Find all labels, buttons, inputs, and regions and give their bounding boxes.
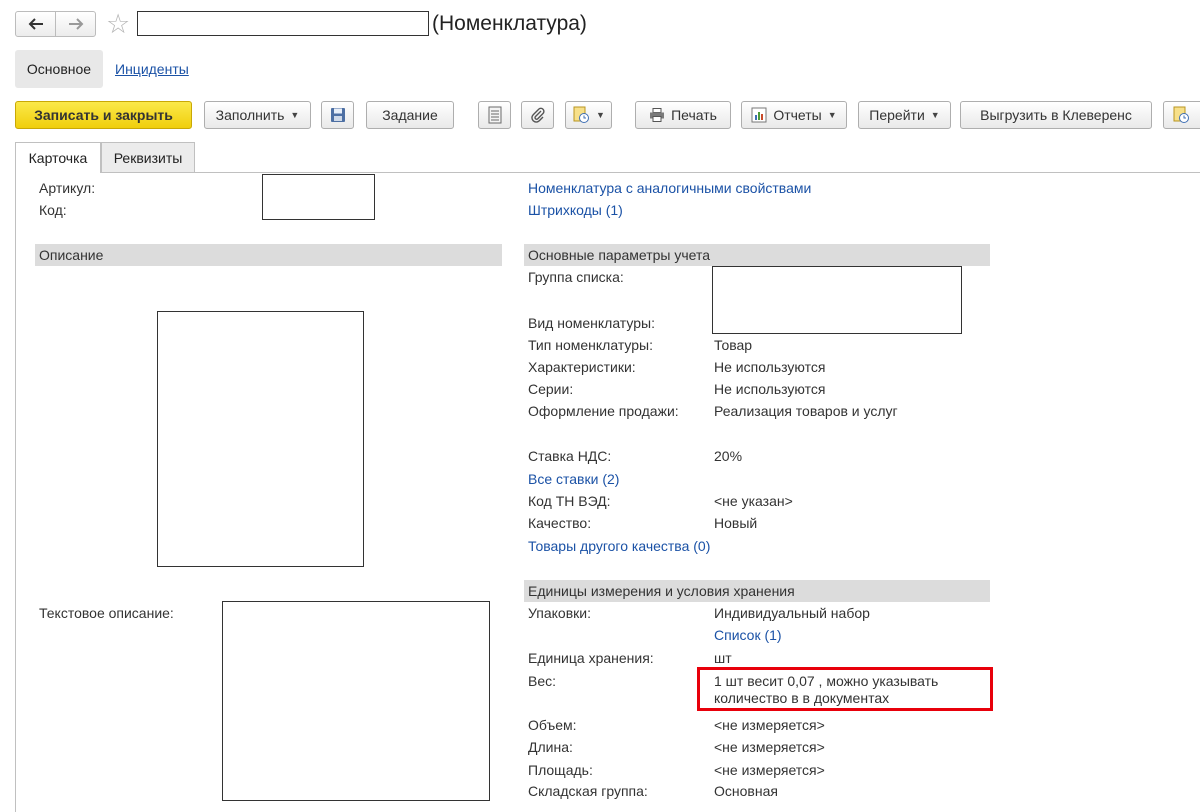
warehouse-label: Складская группа: — [528, 783, 648, 799]
area-label: Площадь: — [528, 762, 593, 778]
more-button[interactable] — [1163, 101, 1200, 129]
document-list-icon — [488, 106, 501, 124]
window-title: (Номенклатура) — [432, 12, 587, 35]
section-incidents-link[interactable]: Инциденты — [115, 61, 189, 77]
weight-highlight-frame — [697, 667, 993, 711]
sale-value[interactable]: Реализация товаров и услуг — [714, 403, 898, 419]
type-label: Тип номенклатуры: — [528, 337, 653, 353]
goto-button[interactable]: Перейти ▼ — [858, 101, 951, 129]
volume-label: Объем: — [528, 717, 577, 733]
sale-label: Оформление продажи: — [528, 403, 679, 419]
print-label: Печать — [671, 107, 717, 123]
storage-unit-value[interactable]: шт — [714, 650, 732, 666]
characteristics-label: Характеристики: — [528, 359, 636, 375]
accounting-header: Основные параметры учета — [524, 244, 990, 266]
chevron-down-icon: ▼ — [930, 110, 940, 120]
type-value[interactable]: Товар — [714, 337, 752, 353]
print-button[interactable]: Печать — [635, 101, 731, 129]
all-rates-link[interactable]: Все ставки (2) — [528, 471, 619, 487]
series-value[interactable]: Не используются — [714, 381, 825, 397]
text-description-label: Текстовое описание: — [39, 605, 174, 621]
weight-label: Вес: — [528, 673, 557, 689]
barcodes-link[interactable]: Штрихкоды (1) — [528, 202, 623, 218]
export-cleverence-button[interactable]: Выгрузить в Клеверенс — [960, 101, 1152, 129]
list-group-label: Группа списка: — [528, 269, 624, 285]
product-image[interactable] — [157, 311, 364, 567]
text-description-field[interactable] — [222, 601, 490, 801]
export-label: Выгрузить в Клеверенс — [980, 107, 1132, 123]
length-value[interactable]: <не измеряется> — [714, 739, 825, 755]
list-group-redacted-field — [712, 266, 962, 334]
length-label: Длина: — [528, 739, 573, 755]
analogs-link[interactable]: Номенклатура с аналогичными свойствами — [528, 180, 811, 196]
goto-label: Перейти — [869, 107, 925, 123]
forward-button[interactable] — [55, 11, 96, 37]
packs-label: Упаковки: — [528, 605, 591, 621]
chevron-down-icon: ▼ — [596, 110, 605, 120]
tnved-value[interactable]: <не указан> — [714, 493, 793, 509]
area-value[interactable]: <не измеряется> — [714, 762, 825, 778]
save-button[interactable] — [321, 101, 354, 129]
kind-label: Вид номенклатуры: — [528, 315, 655, 331]
volume-value[interactable]: <не измеряется> — [714, 717, 825, 733]
article-code-redacted-field — [262, 174, 375, 220]
tnved-label: Код ТН ВЭД: — [528, 493, 611, 509]
code-label: Код: — [39, 202, 67, 218]
report-chart-icon — [751, 107, 767, 123]
storage-unit-label: Единица хранения: — [528, 650, 654, 666]
save-close-label: Записать и закрыть — [34, 107, 173, 123]
arrow-right-icon — [68, 18, 83, 30]
packs-list-link[interactable]: Список (1) — [714, 627, 782, 643]
series-label: Серии: — [528, 381, 574, 397]
save-close-button[interactable]: Записать и закрыть — [15, 101, 192, 129]
vat-value[interactable]: 20% — [714, 448, 742, 464]
task-button[interactable]: Задание — [366, 101, 454, 129]
vat-label: Ставка НДС: — [528, 448, 612, 464]
characteristics-value[interactable]: Не используются — [714, 359, 825, 375]
printer-icon — [649, 108, 665, 122]
description-header: Описание — [35, 244, 502, 266]
quality-value[interactable]: Новый — [714, 515, 757, 531]
other-quality-link[interactable]: Товары другого качества (0) — [528, 538, 710, 554]
attach-button[interactable] — [521, 101, 554, 129]
tab-card[interactable]: Карточка — [15, 142, 101, 173]
tab-requisites[interactable]: Реквизиты — [101, 142, 195, 172]
list-button[interactable] — [478, 101, 511, 129]
floppy-disk-icon — [330, 108, 345, 122]
reports-button[interactable]: Отчеты ▼ — [741, 101, 847, 129]
warehouse-value[interactable]: Основная — [714, 783, 778, 799]
back-button[interactable] — [15, 11, 56, 37]
title-redacted-field — [137, 11, 429, 36]
units-header: Единицы измерения и условия хранения — [524, 580, 990, 602]
chevron-down-icon: ▼ — [290, 110, 300, 120]
create-based-on-button[interactable]: ▼ — [565, 101, 612, 129]
section-main[interactable]: Основное — [15, 50, 103, 88]
fill-label: Заполнить — [215, 107, 285, 123]
quality-label: Качество: — [528, 515, 592, 531]
arrow-left-icon — [28, 18, 43, 30]
document-clock-icon — [573, 106, 590, 123]
fill-button[interactable]: Заполнить ▼ — [204, 101, 311, 129]
paperclip-icon — [530, 107, 545, 123]
packs-value[interactable]: Индивидуальный набор — [714, 605, 870, 621]
task-label: Задание — [382, 107, 438, 123]
article-label: Артикул: — [39, 180, 96, 196]
star-icon[interactable]: ☆ — [106, 9, 130, 39]
chevron-down-icon: ▼ — [827, 110, 837, 120]
reports-label: Отчеты — [773, 107, 822, 123]
document-clock-icon — [1173, 106, 1189, 123]
